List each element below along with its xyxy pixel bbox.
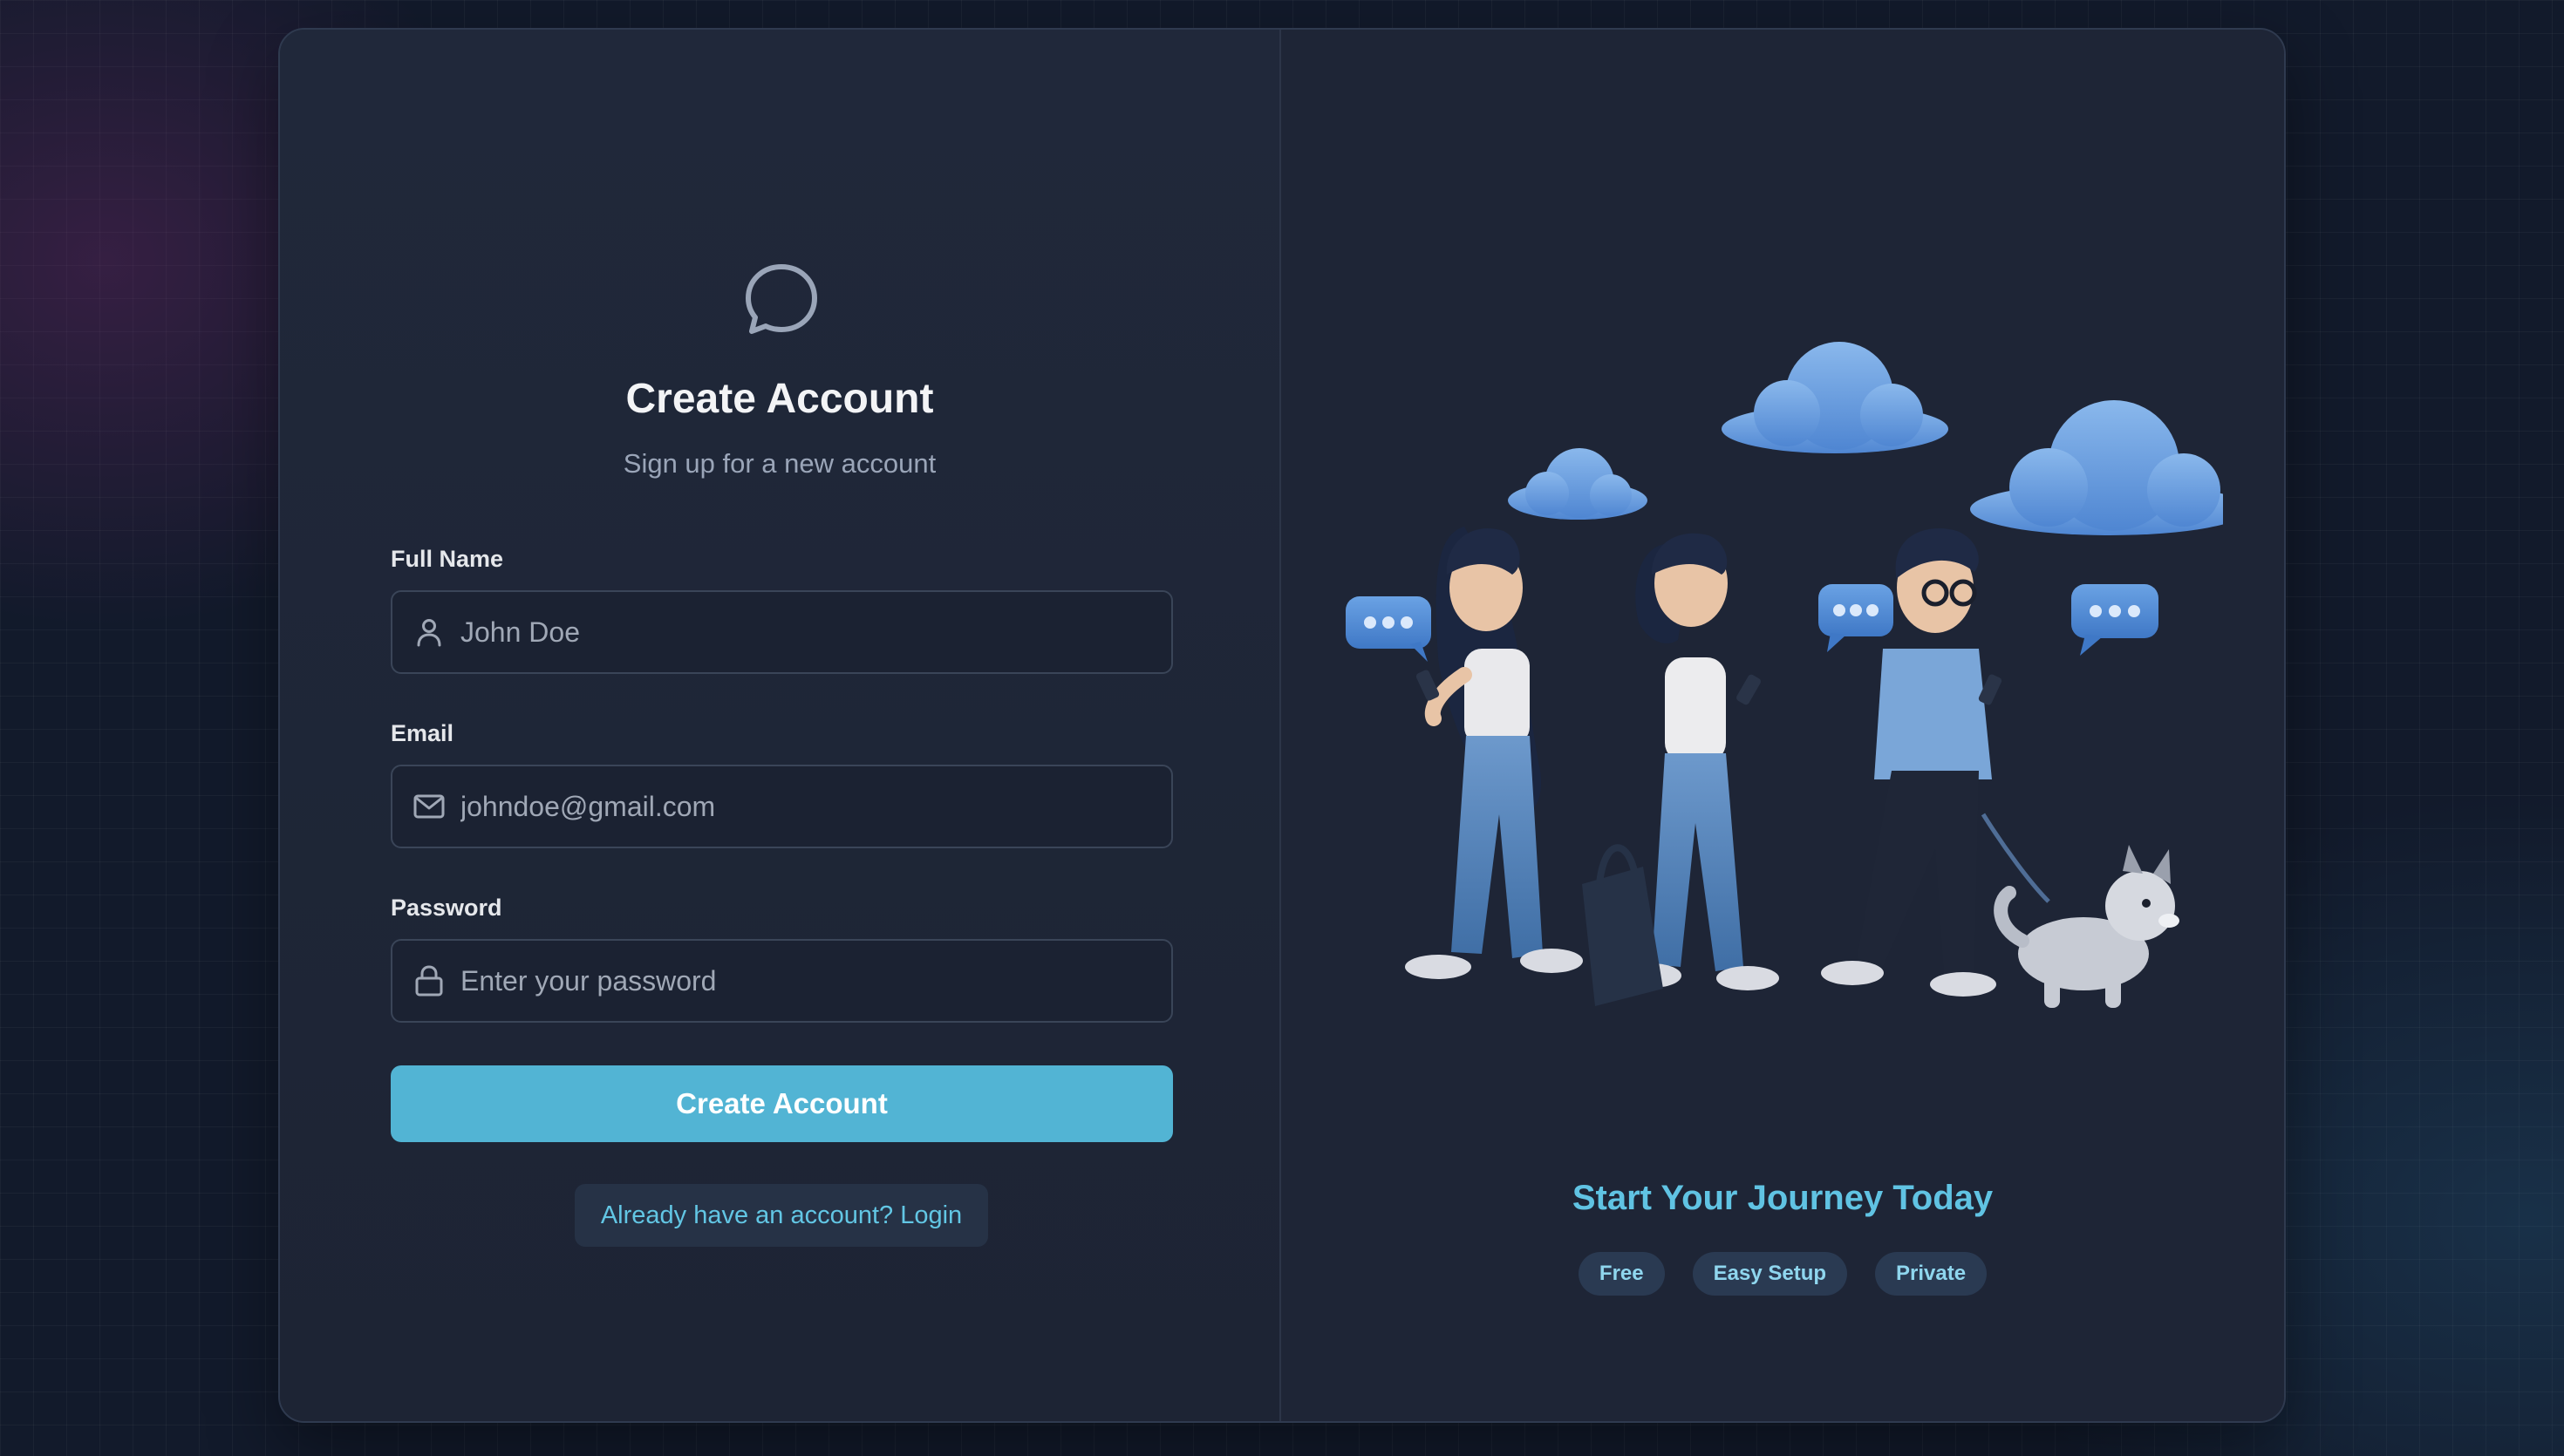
- promo-headline: Start Your Journey Today: [1572, 1179, 1994, 1217]
- signup-form-panel: Create Account Sign up for a new account…: [280, 30, 1281, 1421]
- person-figure: [1582, 533, 1779, 1006]
- promo-panel: Start Your Journey Today Free Easy Setup…: [1281, 30, 2284, 1421]
- chat-bubble-shape: [1346, 596, 1431, 662]
- email-label: Email: [391, 720, 454, 746]
- create-account-button[interactable]: Create Account: [391, 1065, 1173, 1142]
- signup-card: Create Account Sign up for a new account…: [278, 28, 2286, 1423]
- password-input[interactable]: [460, 964, 1141, 997]
- mail-icon: [412, 789, 447, 824]
- chat-bubble-shape: [1818, 584, 1893, 652]
- user-icon: [412, 615, 447, 650]
- full-name-label: Full Name: [391, 546, 504, 572]
- people-walking-illustration: [1346, 342, 2223, 1008]
- full-name-field[interactable]: [391, 590, 1173, 674]
- full-name-input[interactable]: [460, 616, 1141, 649]
- cloud-shape: [1970, 400, 2223, 535]
- page-subtitle: Sign up for a new account: [623, 448, 937, 479]
- feature-tags: Free Easy Setup Private: [1281, 1252, 2284, 1296]
- email-field[interactable]: [391, 765, 1173, 848]
- cloud-shape: [1722, 342, 1948, 453]
- login-link[interactable]: Already have an account? Login: [575, 1184, 988, 1247]
- lock-icon: [412, 963, 447, 998]
- dog-figure: [1994, 845, 2179, 1008]
- page-title: Create Account: [625, 376, 934, 422]
- password-field[interactable]: [391, 939, 1173, 1023]
- email-input[interactable]: [460, 790, 1141, 823]
- chat-bubble-icon: [740, 258, 823, 342]
- feature-tag: Free: [1578, 1252, 1665, 1296]
- person-figure: [1405, 527, 1583, 979]
- password-label: Password: [391, 895, 502, 921]
- feature-tag: Private: [1875, 1252, 1988, 1296]
- feature-tag: Easy Setup: [1692, 1252, 1848, 1296]
- chat-bubble-shape: [2071, 584, 2158, 656]
- cloud-shape: [1508, 448, 1647, 520]
